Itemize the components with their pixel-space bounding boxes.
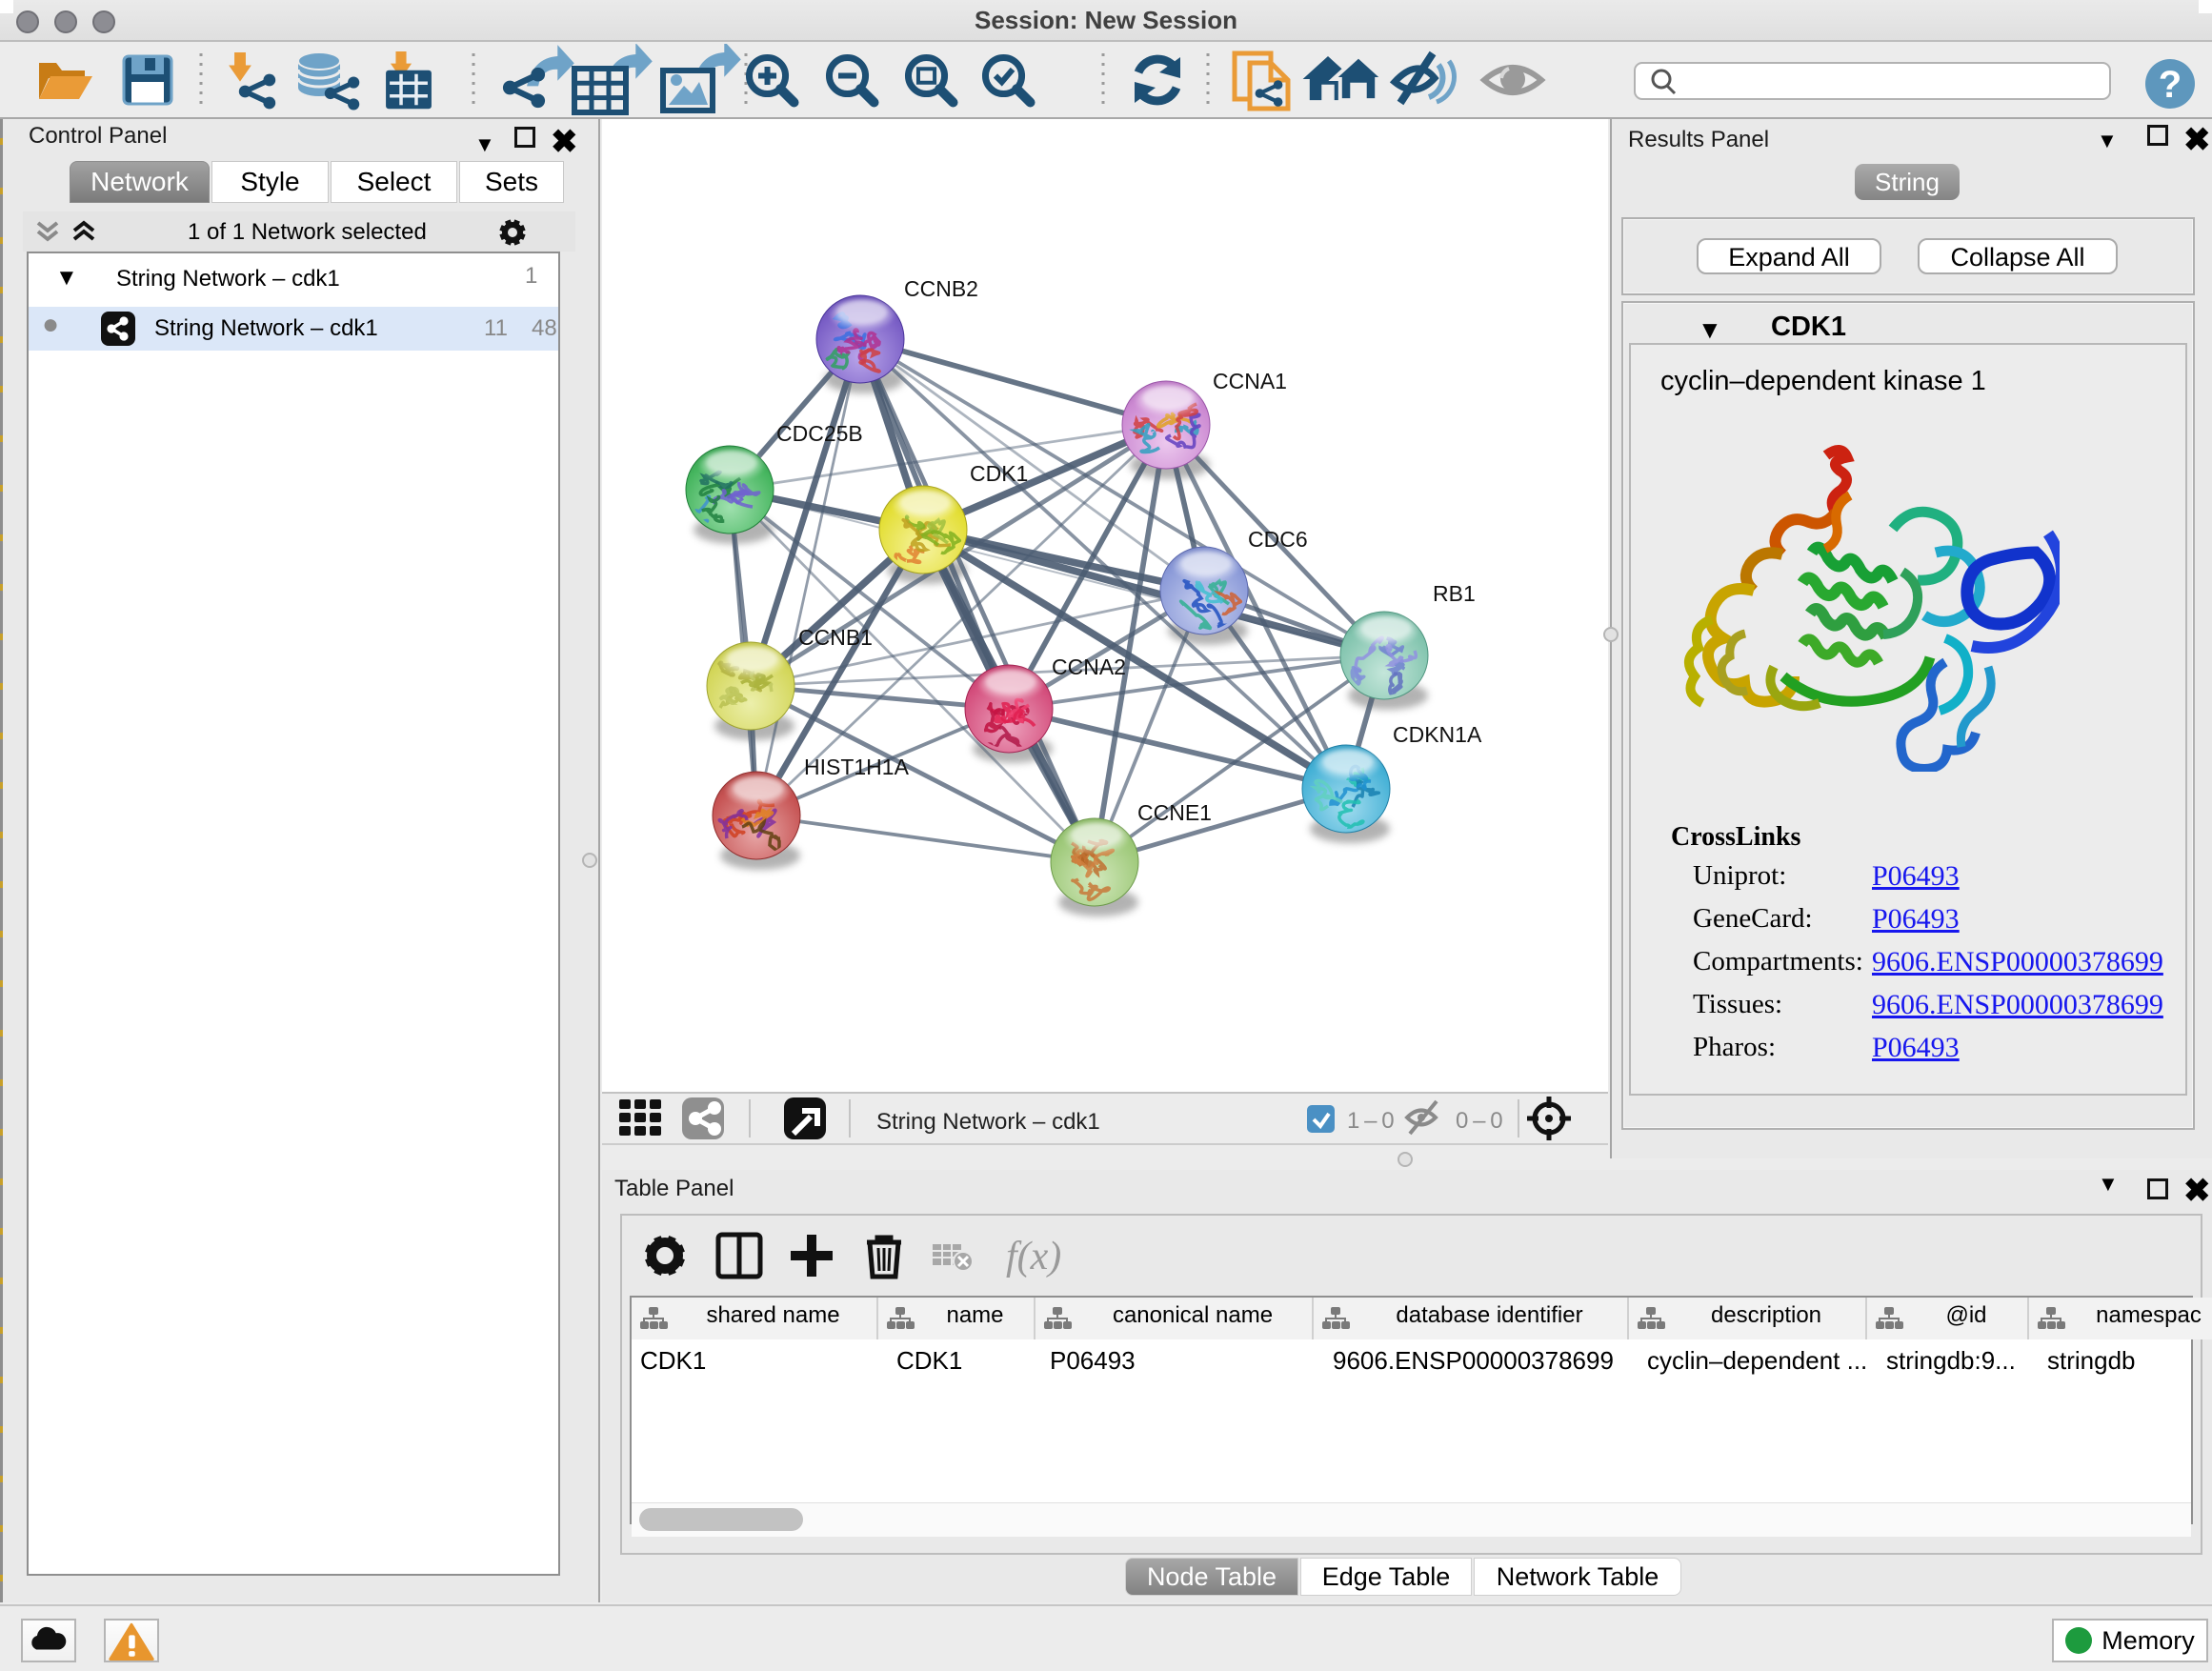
svg-text:0 – 0: 0 – 0 xyxy=(1456,1108,1503,1134)
svg-text:HIST1H1A: HIST1H1A xyxy=(804,755,910,779)
svg-text:CDC25B: CDC25B xyxy=(776,421,863,446)
svg-text:?: ? xyxy=(2159,64,2182,106)
svg-text:CCNA2: CCNA2 xyxy=(1052,654,1126,679)
svg-text:CCNB1: CCNB1 xyxy=(798,625,873,650)
svg-text:CCNA1: CCNA1 xyxy=(1213,369,1287,393)
svg-text:String Network – cdk1: String Network – cdk1 xyxy=(876,1109,1100,1135)
svg-text:CDC6: CDC6 xyxy=(1248,527,1308,552)
svg-text:f(x): f(x) xyxy=(1006,1235,1061,1278)
svg-text:1 – 0: 1 – 0 xyxy=(1347,1108,1395,1134)
svg-text:CDK1: CDK1 xyxy=(970,461,1028,486)
svg-text:CDKN1A: CDKN1A xyxy=(1393,722,1482,747)
svg-text:CCNB2: CCNB2 xyxy=(904,276,978,301)
svg-text:CCNE1: CCNE1 xyxy=(1137,800,1212,825)
svg-text:RB1: RB1 xyxy=(1433,581,1476,606)
